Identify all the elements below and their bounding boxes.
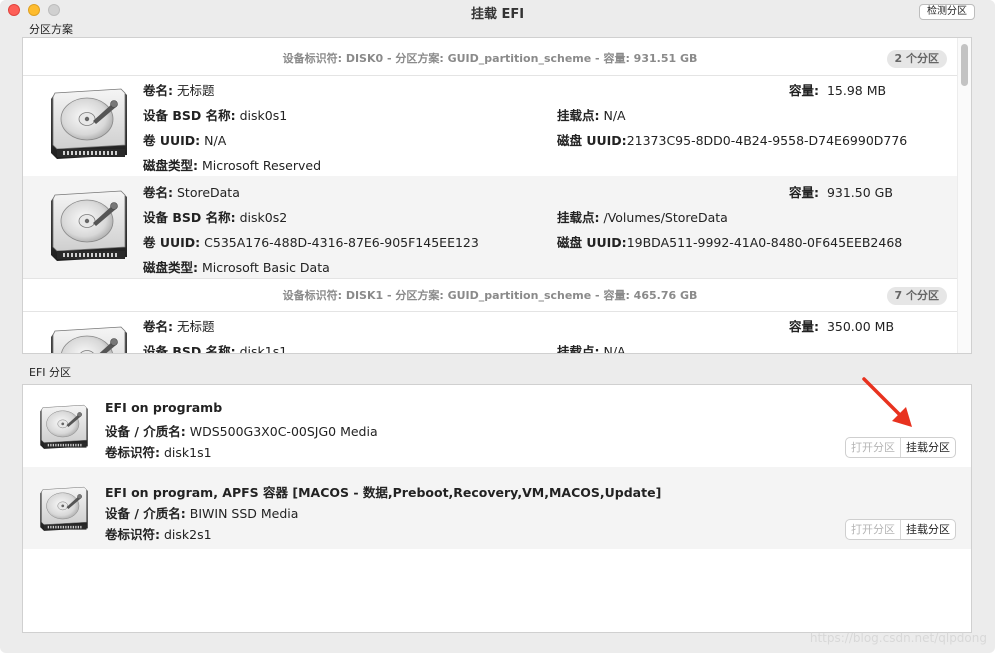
efi-row-disk1s1[interactable]: EFI on programb 设备 / 介质名: WDS500G3X0C-00… [23, 385, 971, 467]
open-partition-button[interactable]: 打开分区 [846, 520, 901, 539]
efi-list-panel: EFI on programb 设备 / 介质名: WDS500G3X0C-00… [22, 384, 972, 633]
title-bar: 挂载 EFI 检测分区 [0, 0, 995, 22]
partition-row-disk0s1[interactable]: 卷名: 无标题 容量: 15.98 MB 设备 BSD 名称: disk0s1 … [23, 74, 957, 176]
hard-drive-icon [39, 404, 89, 450]
bsd-name-field: 设备 BSD 名称: disk1s1 [143, 344, 288, 354]
capacity-field: 容量: 350.00 MB [789, 319, 895, 334]
disk-header-text: 设备标识符: DISK0 - 分区方案: GUID_partition_sche… [282, 52, 698, 65]
disk-uuid-field: 磁盘 UUID:19BDA511-9992-41A0-8480-0F645EEB… [557, 235, 903, 250]
media-name-field: 设备 / 介质名: WDS500G3X0C-00SJG0 Media [105, 424, 378, 439]
partition-count-badge: 7 个分区 [886, 287, 947, 305]
volume-name-field: 卷名: 无标题 [143, 83, 215, 98]
hard-drive-icon [50, 326, 128, 353]
hard-drive-icon [50, 88, 128, 160]
volume-uuid-field: 卷 UUID: C535A176-488D-4316-87E6-905F145E… [143, 235, 479, 250]
mount-point-field: 挂载点: N/A [557, 344, 626, 354]
mount-point-field: 挂载点: /Volumes/StoreData [557, 210, 728, 225]
efi-row-disk2s1[interactable]: EFI on program, APFS 容器 [MACOS - 数据,Preb… [23, 467, 971, 549]
partition-scheme-label: 分区方案 [29, 23, 73, 36]
volume-uuid-field: 卷 UUID: N/A [143, 133, 227, 148]
annotation-arrow-icon [862, 377, 912, 427]
mount-partition-button[interactable]: 挂载分区 [901, 438, 955, 457]
open-partition-button[interactable]: 打开分区 [846, 438, 901, 457]
disk-type-field: 磁盘类型: Microsoft Reserved [143, 158, 322, 173]
scrollbar-thumb[interactable] [961, 44, 968, 86]
volume-name-field: 卷名: StoreData [143, 185, 240, 200]
partition-list-panel[interactable]: 设备标识符: DISK0 - 分区方案: GUID_partition_sche… [22, 37, 972, 354]
efi-action-segment: 打开分区 挂载分区 [845, 437, 956, 458]
hard-drive-icon [39, 486, 89, 532]
volume-identifier-field: 卷标识符: disk2s1 [105, 527, 212, 542]
disk-header-disk1: 设备标识符: DISK1 - 分区方案: GUID_partition_sche… [23, 278, 957, 312]
bsd-name-field: 设备 BSD 名称: disk0s2 [143, 210, 288, 225]
disk-type-field: 磁盘类型: Microsoft Basic Data [143, 260, 330, 275]
efi-title: EFI on program, APFS 容器 [MACOS - 数据,Preb… [105, 485, 662, 500]
partition-count-badge: 2 个分区 [886, 50, 947, 68]
efi-title: EFI on programb [105, 400, 223, 415]
efi-partitions-label: EFI 分区 [29, 366, 72, 379]
capacity-field: 容量: 15.98 MB [789, 83, 887, 98]
partition-row-disk0s2[interactable]: 卷名: StoreData 容量: 931.50 GB 设备 BSD 名称: d… [23, 176, 957, 278]
partition-list-scrollbar[interactable] [957, 38, 971, 353]
mount-partition-button[interactable]: 挂载分区 [901, 520, 955, 539]
disk-header-disk0: 设备标识符: DISK0 - 分区方案: GUID_partition_sche… [23, 42, 957, 76]
disk-header-text: 设备标识符: DISK1 - 分区方案: GUID_partition_sche… [282, 289, 698, 302]
mount-point-field: 挂载点: N/A [557, 108, 626, 123]
disk-uuid-field: 磁盘 UUID:21373C95-8DD0-4B24-9558-D74E6990… [557, 133, 908, 148]
hard-drive-icon [50, 190, 128, 262]
window-title: 挂载 EFI [470, 7, 525, 22]
volume-name-field: 卷名: 无标题 [143, 319, 215, 334]
volume-identifier-field: 卷标识符: disk1s1 [105, 445, 212, 460]
efi-action-segment: 打开分区 挂载分区 [845, 519, 956, 540]
partition-row-disk1s1[interactable]: 卷名: 无标题 容量: 350.00 MB 设备 BSD 名称: disk1s1… [23, 312, 957, 354]
watermark: https://blog.csdn.net/qlpdong [809, 631, 987, 645]
capacity-field: 容量: 931.50 GB [789, 185, 893, 200]
mount-efi-window: 挂载 EFI 检测分区 分区方案 设备标识符: DISK0 - 分区方案: GU… [0, 0, 995, 653]
media-name-field: 设备 / 介质名: BIWIN SSD Media [105, 506, 299, 521]
detect-partitions-button[interactable]: 检测分区 [919, 4, 975, 20]
bsd-name-field: 设备 BSD 名称: disk0s1 [143, 108, 288, 123]
